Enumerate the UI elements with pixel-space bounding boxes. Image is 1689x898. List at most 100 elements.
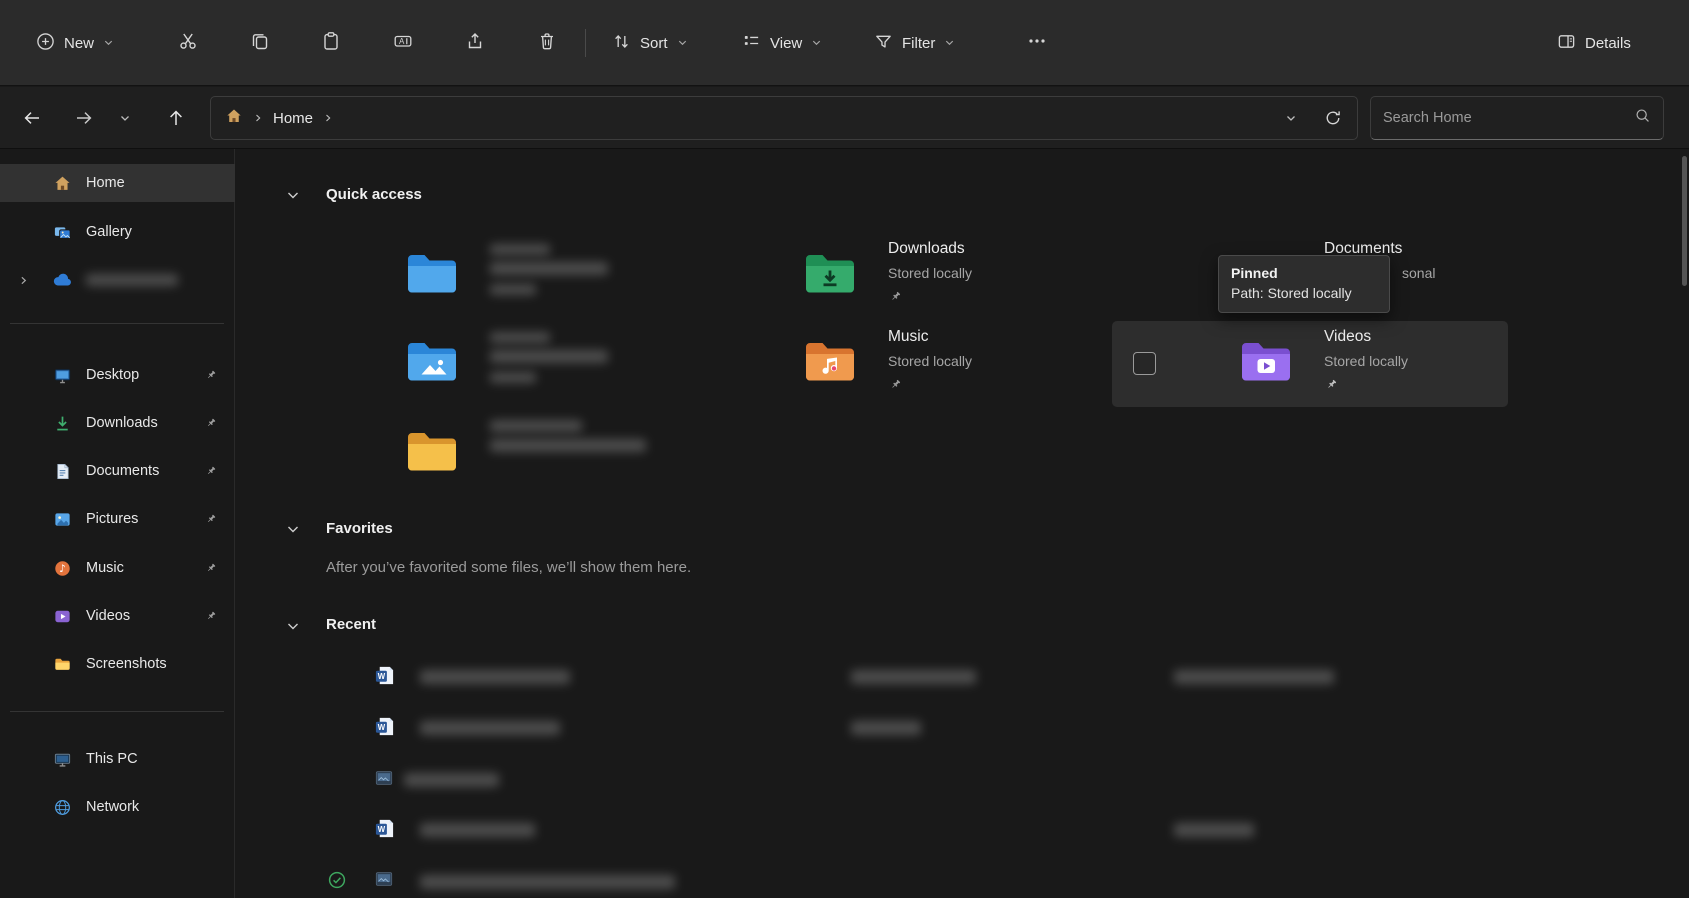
quick-access-tile-downloads[interactable]: Downloads Stored locally (802, 246, 1182, 324)
quick-access-tile[interactable] (404, 334, 784, 412)
quick-access-tile-videos[interactable]: Videos Stored locally (1238, 334, 1618, 412)
breadcrumb-home[interactable]: Home (273, 110, 313, 127)
chevron-down-icon (119, 112, 131, 124)
rename-button[interactable]: A (381, 21, 425, 65)
redacted-text (420, 875, 675, 889)
collapse-chevron-icon[interactable] (285, 521, 301, 537)
share-button[interactable] (453, 21, 497, 65)
tooltip-path: Path: Stored locally (1231, 283, 1377, 303)
section-title-favorites[interactable]: Favorites (326, 520, 393, 537)
chevron-right-icon[interactable] (18, 274, 29, 290)
tile-title: Downloads (888, 240, 965, 258)
file-explorer-window: New A Sort View Filter Details (0, 0, 1689, 898)
filter-button[interactable]: Filter (862, 21, 967, 65)
navigation-bar: Home (0, 87, 1689, 149)
recent-locations-button[interactable] (107, 96, 143, 140)
sidebar-item-documents[interactable]: Documents (0, 452, 235, 490)
up-button[interactable] (154, 96, 198, 140)
tile-subtitle: Stored locally (888, 353, 972, 369)
plus-circle-icon (36, 32, 55, 55)
tile-subtitle: Stored locally (888, 265, 972, 281)
recent-file-row[interactable]: W (374, 818, 1374, 842)
sidebar-divider (10, 711, 224, 712)
folder-icon (52, 654, 72, 674)
section-title-quick-access[interactable]: Quick access (326, 186, 422, 203)
desktop-icon (52, 365, 72, 385)
back-button[interactable] (10, 96, 54, 140)
new-button[interactable]: New (24, 21, 126, 65)
sidebar-item-label: Screenshots (86, 656, 167, 672)
scrollbar[interactable] (1682, 152, 1687, 894)
sidebar-item-label: Documents (86, 463, 159, 479)
yellow-folder-icon (404, 424, 460, 485)
tooltip-title: Pinned (1231, 263, 1377, 283)
details-pane-icon (1557, 32, 1576, 55)
sidebar-item-videos[interactable]: Videos (0, 597, 235, 635)
delete-button[interactable] (525, 21, 569, 65)
collapse-chevron-icon[interactable] (285, 187, 301, 203)
tile-subtitle-partial: sonal (1402, 265, 1435, 281)
forward-button[interactable] (62, 96, 106, 140)
svg-text:W: W (378, 672, 386, 681)
sidebar-item-onedrive[interactable] (0, 261, 235, 299)
redacted-text (490, 372, 536, 383)
section-title-recent[interactable]: Recent (326, 616, 376, 633)
rename-icon: A (393, 31, 413, 55)
breadcrumb-separator-icon (253, 110, 263, 127)
sidebar-item-screenshots[interactable]: Screenshots (0, 645, 235, 683)
sidebar-item-downloads[interactable]: Downloads (0, 404, 235, 442)
sort-button[interactable]: Sort (600, 21, 700, 65)
pc-icon (52, 749, 72, 769)
quick-access-tile[interactable] (404, 424, 784, 502)
quick-access-tile-music[interactable]: Music Stored locally (802, 334, 1182, 412)
pin-icon (205, 513, 217, 525)
toolbar-separator (585, 29, 586, 57)
svg-text:A: A (399, 37, 405, 46)
network-icon (52, 797, 72, 817)
refresh-button[interactable] (1315, 101, 1351, 135)
details-button[interactable]: Details (1545, 21, 1643, 65)
pictures-folder-icon (404, 334, 460, 395)
svg-text:W: W (378, 825, 386, 834)
view-button[interactable]: View (730, 21, 834, 65)
address-dropdown-button[interactable] (1273, 101, 1309, 135)
sidebar-item-label: Music (86, 560, 124, 576)
sidebar-item-gallery[interactable]: Gallery (0, 213, 235, 251)
sync-check-icon (328, 871, 346, 894)
paste-button[interactable] (309, 21, 353, 65)
collapse-chevron-icon[interactable] (285, 618, 301, 634)
sidebar-item-desktop[interactable]: Desktop (0, 356, 235, 394)
quick-access-tile[interactable] (404, 246, 784, 324)
chevron-down-icon (103, 35, 114, 52)
pictures-icon (52, 509, 72, 529)
search-input[interactable] (1383, 110, 1634, 126)
sidebar-item-network[interactable]: Network (0, 788, 235, 826)
view-icon (742, 32, 761, 55)
cut-button[interactable] (166, 21, 210, 65)
tile-title: Music (888, 328, 928, 346)
sidebar-item-this-pc[interactable]: This PC (0, 740, 235, 778)
trash-icon (537, 31, 557, 55)
pin-icon (205, 465, 217, 477)
chevron-down-icon (1285, 112, 1297, 124)
sidebar: Home Gallery Desktop Downloads Documents (0, 149, 235, 898)
documents-icon (52, 461, 72, 481)
image-file-icon (374, 768, 394, 793)
sidebar-item-music[interactable]: ♪ Music (0, 549, 235, 587)
address-bar[interactable]: Home (210, 96, 1358, 140)
sidebar-item-home[interactable]: Home (0, 164, 235, 202)
recent-file-row[interactable] (328, 869, 1328, 893)
tile-subtitle: Stored locally (1324, 353, 1408, 369)
search-icon[interactable] (1634, 107, 1651, 129)
command-bar: New A Sort View Filter Details (0, 0, 1689, 86)
refresh-icon (1324, 109, 1342, 127)
sidebar-item-pictures[interactable]: Pictures (0, 500, 235, 538)
scrollbar-thumb[interactable] (1682, 156, 1687, 286)
recent-file-row[interactable]: W (374, 716, 1374, 740)
recent-file-row[interactable]: W (374, 665, 1374, 689)
search-box (1370, 96, 1664, 140)
recent-file-row[interactable] (374, 768, 1374, 792)
more-options-button[interactable] (1015, 21, 1059, 65)
copy-button[interactable] (238, 21, 282, 65)
redacted-text (1174, 670, 1334, 684)
